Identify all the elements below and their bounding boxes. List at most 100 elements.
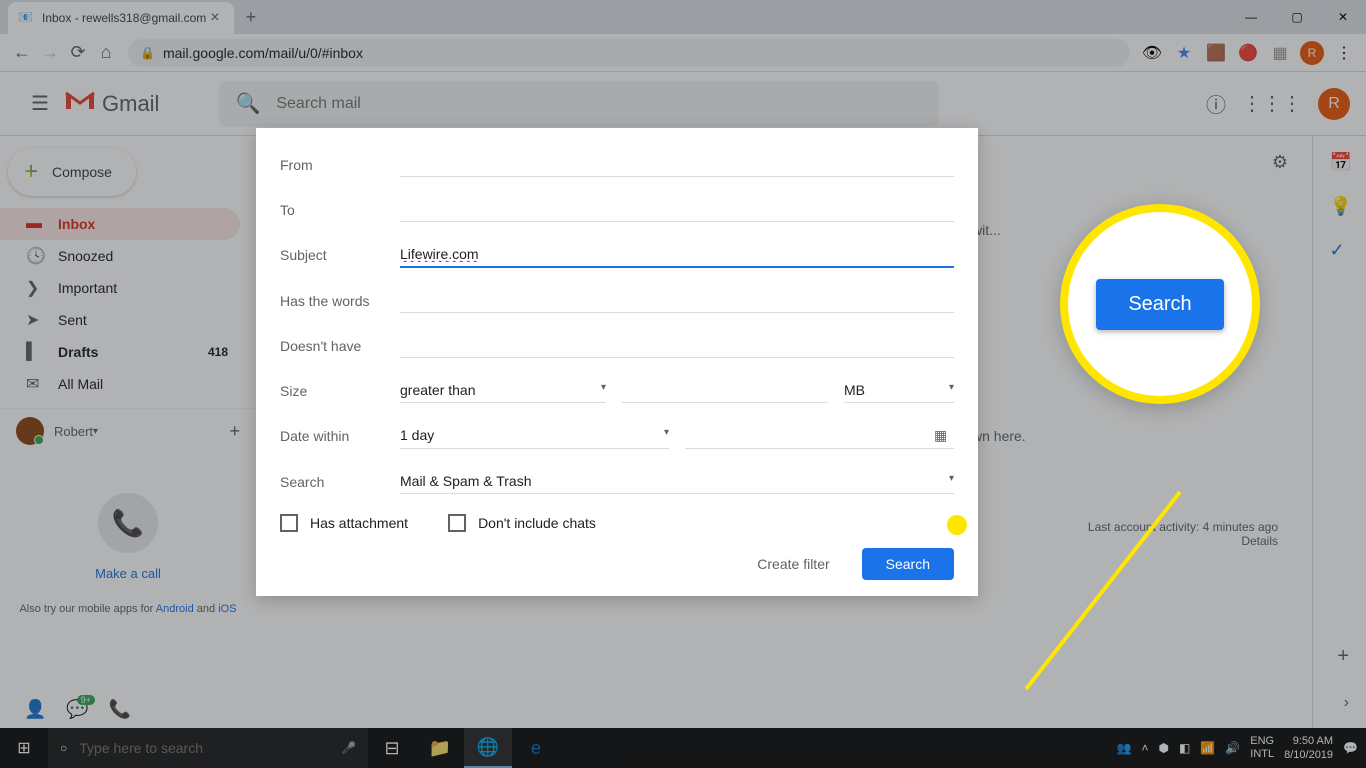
star-icon[interactable]: ★	[1170, 39, 1198, 67]
call-section: 📞 Make a call Also try our mobile apps f…	[0, 493, 256, 615]
hangouts-user[interactable]: Robert ▾ +	[0, 408, 256, 453]
url-text: mail.google.com/mail/u/0/#inbox	[163, 45, 363, 61]
from-input[interactable]	[400, 152, 954, 177]
calls-tab-icon[interactable]: 📞	[109, 699, 131, 720]
browser-titlebar: 📧 Inbox - rewells318@gmail.com × + — ▢ ✕	[0, 0, 1366, 34]
date-input[interactable]: ▦	[685, 423, 954, 449]
haswords-label: Has the words	[280, 293, 400, 309]
has-attachment-checkbox[interactable]: Has attachment	[280, 514, 408, 532]
sidebar-allmail[interactable]: ✉All Mail	[0, 368, 240, 400]
close-window-button[interactable]: ✕	[1320, 0, 1366, 34]
callout-endpoint	[947, 515, 967, 535]
sidebar-sent[interactable]: ➤Sent	[0, 304, 240, 336]
profile-avatar[interactable]: R	[1318, 88, 1350, 120]
people-icon[interactable]: 👥	[1117, 741, 1132, 755]
mic-icon[interactable]: 🎤	[341, 741, 356, 755]
cortana-icon: ○	[60, 741, 67, 755]
search-button[interactable]: Search	[862, 548, 954, 580]
edge-app-icon[interactable]: e	[512, 728, 560, 768]
settings-icon[interactable]: ⚙	[1272, 152, 1288, 173]
volume-icon[interactable]: 🔊	[1225, 741, 1240, 755]
search-scope-select[interactable]: Mail & Spam & Trash▾	[400, 469, 954, 494]
addons-plus-icon[interactable]: +	[1337, 645, 1349, 668]
user-avatar	[16, 417, 44, 445]
sidebar-inbox[interactable]: ▬Inbox	[0, 208, 240, 240]
eye-icon[interactable]: 👁	[1138, 39, 1166, 67]
extension-icon-1[interactable]: 🟫	[1202, 39, 1230, 67]
user-name: Robert	[54, 424, 93, 439]
gmail-text: Gmail	[102, 91, 159, 117]
extension-icon-3[interactable]: ▦	[1266, 39, 1294, 67]
sent-icon: ➤	[26, 310, 58, 330]
sidebar-important[interactable]: ❯Important	[0, 272, 240, 304]
exclude-chats-checkbox[interactable]: Don't include chats	[448, 514, 596, 532]
subject-input[interactable]	[400, 242, 954, 268]
date-range-select[interactable]: 1 day▾	[400, 423, 669, 449]
search-input[interactable]	[276, 95, 923, 113]
close-tab-icon[interactable]: ×	[206, 9, 223, 27]
start-button[interactable]: ⊞	[0, 728, 48, 768]
wifi-icon[interactable]: 📶	[1200, 741, 1215, 755]
make-call-link[interactable]: Make a call	[95, 566, 161, 581]
haswords-input[interactable]	[400, 288, 954, 313]
maximize-button[interactable]: ▢	[1274, 0, 1320, 34]
task-view-icon[interactable]: ⊟	[368, 728, 416, 768]
profile-button[interactable]: R	[1298, 39, 1326, 67]
hangouts-tab-icon[interactable]: 💬9+	[66, 699, 88, 720]
contacts-tab-icon[interactable]: 👤	[24, 699, 46, 720]
help-icon[interactable]: ⓘ	[1206, 89, 1226, 118]
gmail-logo[interactable]: Gmail	[64, 88, 159, 120]
calendar-picker-icon[interactable]: ▦	[934, 427, 954, 444]
ios-link[interactable]: iOS	[218, 603, 236, 615]
file-explorer-icon[interactable]: 📁	[416, 728, 464, 768]
to-label: To	[280, 202, 400, 218]
sidebar-snoozed[interactable]: 🕓Snoozed	[0, 240, 240, 272]
chrome-menu-icon[interactable]: ⋮	[1330, 39, 1358, 67]
tray-icon-2[interactable]: ◧	[1179, 741, 1190, 755]
keep-icon[interactable]: 💡	[1330, 196, 1350, 216]
size-operator-select[interactable]: greater than▾	[400, 378, 606, 403]
extension-icon-2[interactable]: 🔴	[1234, 39, 1262, 67]
doesnthave-input[interactable]	[400, 333, 954, 358]
search-box[interactable]: 🔍	[219, 81, 939, 127]
address-bar[interactable]: 🔒 mail.google.com/mail/u/0/#inbox	[128, 39, 1130, 67]
size-value-input[interactable]	[622, 378, 828, 403]
from-label: From	[280, 157, 400, 173]
inbox-icon: ▬	[26, 215, 58, 233]
reload-button[interactable]: ⟳	[64, 39, 92, 67]
chrome-app-icon[interactable]: 🌐	[464, 728, 512, 768]
android-link[interactable]: Android	[156, 603, 194, 615]
collapse-panel-icon[interactable]: ›	[1344, 694, 1349, 712]
main-menu-icon[interactable]: ☰	[16, 91, 64, 116]
gmail-header: ☰ Gmail 🔍 ⓘ ⋮⋮⋮ R	[0, 72, 1366, 136]
footer-activity: Last account activity: 4 minutes ago Det…	[1088, 520, 1278, 548]
to-input[interactable]	[400, 197, 954, 222]
taskbar-search[interactable]: ○ 🎤	[48, 728, 368, 768]
sidebar-drafts[interactable]: ▌Drafts418	[0, 336, 240, 368]
search-icon[interactable]: 🔍	[235, 91, 260, 116]
mobile-apps-text: Also try our mobile apps for Android and…	[0, 603, 256, 615]
back-button[interactable]: ←	[8, 39, 36, 67]
details-link[interactable]: Details	[1241, 534, 1278, 548]
home-button[interactable]: ⌂	[92, 39, 120, 67]
calendar-icon[interactable]: 📅	[1330, 152, 1350, 172]
tray-icon-1[interactable]: ⬢	[1159, 741, 1169, 755]
add-user-icon[interactable]: +	[229, 421, 240, 442]
tab-title: Inbox - rewells318@gmail.com	[42, 11, 206, 25]
compose-button[interactable]: + Compose	[8, 148, 136, 196]
size-unit-select[interactable]: MB▾	[844, 378, 954, 403]
notifications-icon[interactable]: 💬	[1343, 741, 1358, 755]
taskbar-search-input[interactable]	[79, 740, 329, 756]
window-controls: — ▢ ✕	[1228, 0, 1366, 34]
minimize-button[interactable]: —	[1228, 0, 1274, 34]
tray-expand-icon[interactable]: ˄	[1142, 741, 1149, 755]
forward-button[interactable]: →	[36, 39, 64, 67]
tasks-icon[interactable]: ✓	[1330, 240, 1350, 260]
callout-search-button: Search	[1096, 279, 1223, 330]
create-filter-button[interactable]: Create filter	[741, 548, 845, 580]
browser-tab[interactable]: 📧 Inbox - rewells318@gmail.com ×	[8, 2, 234, 34]
clock[interactable]: 9:50 AM8/10/2019	[1284, 734, 1333, 763]
apps-icon[interactable]: ⋮⋮⋮	[1242, 91, 1302, 116]
new-tab-button[interactable]: +	[234, 7, 269, 28]
language-indicator[interactable]: ENGINTL	[1250, 735, 1274, 761]
